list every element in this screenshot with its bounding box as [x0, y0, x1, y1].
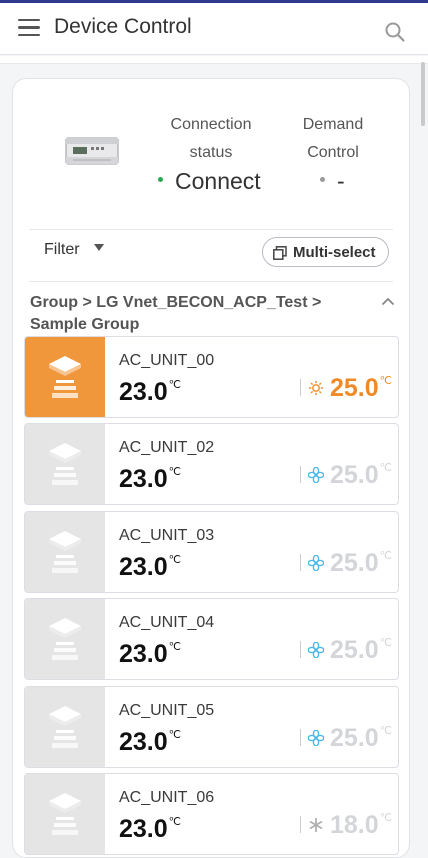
unit-name: AC_UNIT_00: [119, 352, 215, 369]
multi-select-button[interactable]: Multi-select: [262, 237, 389, 267]
unit-thumbnail: [25, 774, 105, 854]
demand-status-dot: [320, 177, 325, 183]
fan-icon: [308, 555, 324, 571]
fan-icon: [308, 730, 324, 746]
menu-icon[interactable]: [18, 19, 40, 39]
breadcrumb: Group > LG Vnet_BECON_ACP_Test > Sample …: [30, 294, 322, 333]
fan-icon: [308, 642, 324, 658]
ceiling-cassette-icon: [49, 356, 81, 398]
page-title: Device Control: [54, 15, 192, 38]
current-temperature-value: 23.0: [119, 378, 168, 406]
temperature-unit: ℃: [379, 550, 393, 562]
demand-control-label: Demand Control: [302, 116, 364, 161]
search-icon[interactable]: [384, 21, 406, 43]
temperature-unit: ℃: [168, 554, 182, 566]
divider: [29, 281, 393, 282]
unit-name: AC_UNIT_03: [119, 527, 215, 544]
cool-icon: [309, 818, 323, 832]
temperature-unit: ℃: [168, 466, 182, 478]
current-temperature: 23.0℃: [119, 640, 181, 669]
current-temperature: 23.0℃: [119, 553, 181, 582]
sub-header-strip: [0, 56, 428, 64]
controller-device-image: [65, 137, 119, 165]
connection-status-label: Connection status: [170, 116, 252, 161]
temperature-unit: ℃: [379, 375, 393, 387]
current-temperature-value: 23.0: [119, 553, 168, 581]
unit-name: AC_UNIT_05: [119, 702, 215, 719]
temperature-unit: ℃: [168, 641, 182, 653]
unit-card-ac-unit-03[interactable]: AC_UNIT_03 23.0℃ 25.0℃: [24, 511, 399, 593]
unit-thumbnail: [25, 337, 105, 417]
setpoint-temperature: 25.0℃: [330, 549, 392, 578]
filter-dropdown[interactable]: Filter: [44, 241, 104, 259]
setpoint-temperature-value: 25.0: [330, 724, 379, 752]
unit-thumbnail: [25, 424, 105, 504]
current-temperature: 23.0℃: [119, 728, 181, 757]
separator: [300, 729, 301, 746]
unit-name: AC_UNIT_04: [119, 614, 215, 631]
unit-card-ac-unit-06[interactable]: AC_UNIT_06 23.0℃ 18.0℃: [24, 773, 399, 855]
ceiling-cassette-icon: [49, 618, 81, 660]
separator: [300, 641, 301, 658]
unit-card-ac-unit-04[interactable]: AC_UNIT_04 23.0℃ 25.0℃: [24, 598, 399, 680]
separator: [300, 554, 301, 571]
unit-thumbnail: [25, 512, 105, 592]
connection-status-text: Connect: [175, 168, 261, 194]
unit-name: AC_UNIT_06: [119, 789, 215, 806]
setpoint-temperature-value: 25.0: [330, 461, 379, 489]
temperature-unit: ℃: [168, 816, 182, 828]
temperature-unit: ℃: [379, 725, 393, 737]
unit-card-ac-unit-05[interactable]: AC_UNIT_05 23.0℃ 25.0℃: [24, 686, 399, 768]
multi-select-icon: [273, 246, 287, 260]
current-temperature: 23.0℃: [119, 465, 181, 494]
separator: [300, 816, 301, 833]
setpoint-temperature-value: 18.0: [330, 811, 379, 839]
unit-thumbnail: [25, 687, 105, 767]
temperature-unit: ℃: [379, 812, 393, 824]
current-temperature-value: 23.0: [119, 728, 168, 756]
ceiling-cassette-icon: [49, 443, 81, 485]
multi-select-label: Multi-select: [293, 244, 376, 261]
divider: [29, 229, 393, 230]
setpoint-temperature-value: 25.0: [330, 549, 379, 577]
scrollbar[interactable]: [421, 62, 425, 126]
temperature-unit: ℃: [168, 379, 182, 391]
setpoint-temperature: 25.0℃: [330, 374, 392, 403]
temperature-unit: ℃: [379, 637, 393, 649]
unit-name: AC_UNIT_02: [119, 439, 215, 456]
heat-icon: [309, 381, 323, 395]
setpoint-temperature: 25.0℃: [330, 461, 392, 490]
setpoint-temperature-value: 25.0: [330, 636, 379, 664]
current-temperature-value: 23.0: [119, 640, 168, 668]
chevron-up-icon[interactable]: [381, 297, 395, 306]
current-temperature: 23.0℃: [119, 815, 181, 844]
setpoint-temperature: 18.0℃: [330, 811, 392, 840]
demand-control-text: -: [337, 168, 345, 194]
connection-status-value: Connect: [158, 168, 261, 195]
unit-thumbnail: [25, 599, 105, 679]
setpoint-temperature: 25.0℃: [330, 724, 392, 753]
demand-control-value: -: [320, 168, 345, 195]
setpoint-temperature-value: 25.0: [330, 374, 379, 402]
ceiling-cassette-icon: [49, 793, 81, 835]
ceiling-cassette-icon: [49, 531, 81, 573]
current-temperature-value: 23.0: [119, 815, 168, 843]
app-bar: Device Control: [0, 3, 428, 55]
temperature-unit: ℃: [168, 729, 182, 741]
connection-status-dot: [158, 177, 163, 183]
setpoint-temperature: 25.0℃: [330, 636, 392, 665]
temperature-unit: ℃: [379, 462, 393, 474]
filter-label: Filter: [44, 241, 80, 258]
caret-down-icon: [93, 244, 104, 252]
current-temperature-value: 23.0: [119, 465, 168, 493]
ceiling-cassette-icon: [49, 706, 81, 748]
separator: [300, 379, 301, 396]
fan-icon: [308, 467, 324, 483]
separator: [300, 466, 301, 483]
current-temperature: 23.0℃: [119, 378, 181, 407]
unit-card-ac-unit-00[interactable]: AC_UNIT_00 23.0℃ 25.0℃: [24, 336, 399, 418]
unit-card-ac-unit-02[interactable]: AC_UNIT_02 23.0℃ 25.0℃: [24, 423, 399, 505]
